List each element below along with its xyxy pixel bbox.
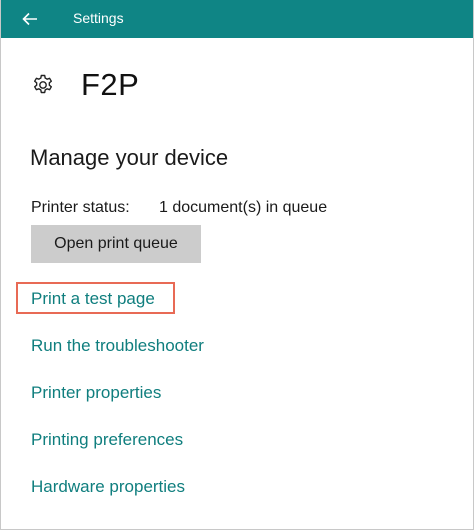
- printer-properties-link[interactable]: Printer properties: [31, 383, 161, 403]
- print-test-page-link[interactable]: Print a test page: [31, 289, 155, 309]
- window-title: Settings: [73, 10, 124, 26]
- page-header: F2P: [31, 66, 139, 104]
- gear-icon: [34, 74, 52, 94]
- section-title: Manage your device: [30, 145, 229, 170]
- printer-status-row: Printer status: 1 document(s) in queue: [31, 199, 327, 217]
- hardware-properties-link[interactable]: Hardware properties: [31, 477, 185, 497]
- back-button[interactable]: [1, 0, 59, 38]
- printer-status-label: Printer status:: [31, 199, 130, 216]
- printing-preferences-link[interactable]: Printing preferences: [31, 430, 183, 450]
- settings-window: Settings F2P Manage your device Printer …: [0, 0, 474, 530]
- device-name: F2P: [81, 67, 140, 102]
- back-arrow-icon: [22, 12, 37, 26]
- printer-status-value: 1 document(s) in queue: [159, 199, 328, 216]
- run-troubleshooter-link[interactable]: Run the troubleshooter: [31, 336, 204, 356]
- title-bar: Settings: [1, 0, 473, 38]
- open-print-queue-button[interactable]: Open print queue: [31, 225, 201, 263]
